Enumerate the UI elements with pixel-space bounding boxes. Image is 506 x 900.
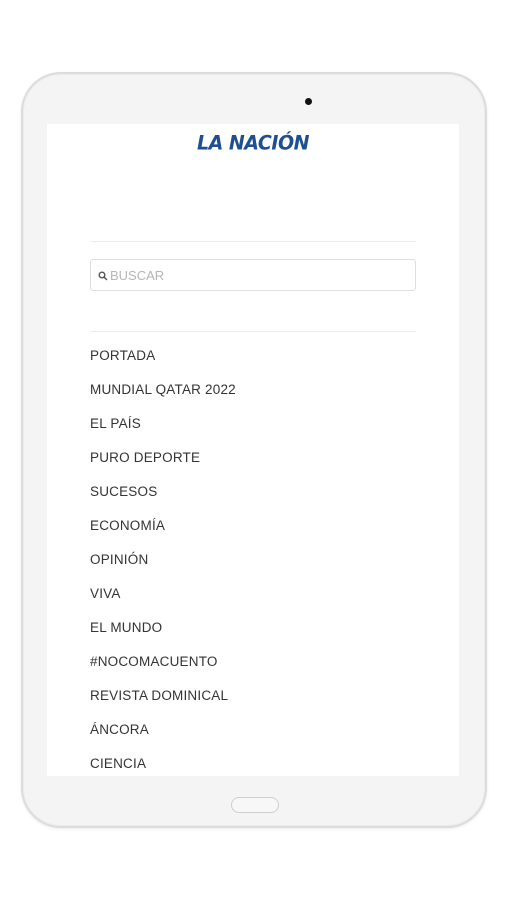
- menu-item-puro-deporte[interactable]: PURO DEPORTE: [90, 446, 236, 480]
- menu-item-portada[interactable]: PORTADA: [90, 344, 236, 378]
- divider-bottom: [90, 331, 416, 332]
- home-button[interactable]: [231, 797, 279, 813]
- menu-item-economia[interactable]: ECONOMÍA: [90, 514, 236, 548]
- menu-item-mundial-qatar-2022[interactable]: MUNDIAL QATAR 2022: [90, 378, 236, 412]
- search-box[interactable]: [90, 259, 416, 291]
- camera-dot: [305, 98, 312, 105]
- menu-item-ciencia[interactable]: CIENCIA: [90, 752, 236, 776]
- divider-top: [90, 241, 416, 242]
- search-icon: [97, 269, 109, 281]
- menu-item-el-mundo[interactable]: EL MUNDO: [90, 616, 236, 650]
- la-nacion-logo[interactable]: LA NACIÓN: [47, 131, 459, 154]
- menu-item-ancora[interactable]: ÁNCORA: [90, 718, 236, 752]
- menu-item-el-pais[interactable]: EL PAÍS: [90, 412, 236, 446]
- menu-item-sucesos[interactable]: SUCESOS: [90, 480, 236, 514]
- section-menu: PORTADA MUNDIAL QATAR 2022 EL PAÍS PURO …: [90, 344, 236, 776]
- menu-item-revista-dominical[interactable]: REVISTA DOMINICAL: [90, 684, 236, 718]
- menu-item-opinion[interactable]: OPINIÓN: [90, 548, 236, 582]
- search-input[interactable]: [109, 262, 400, 288]
- menu-item-nocomacuento[interactable]: #NOCOMACUENTO: [90, 650, 236, 684]
- app-screen: LA NACIÓN PORTADA MUNDIAL QATAR 2022 EL …: [47, 124, 459, 776]
- menu-item-viva[interactable]: VIVA: [90, 582, 236, 616]
